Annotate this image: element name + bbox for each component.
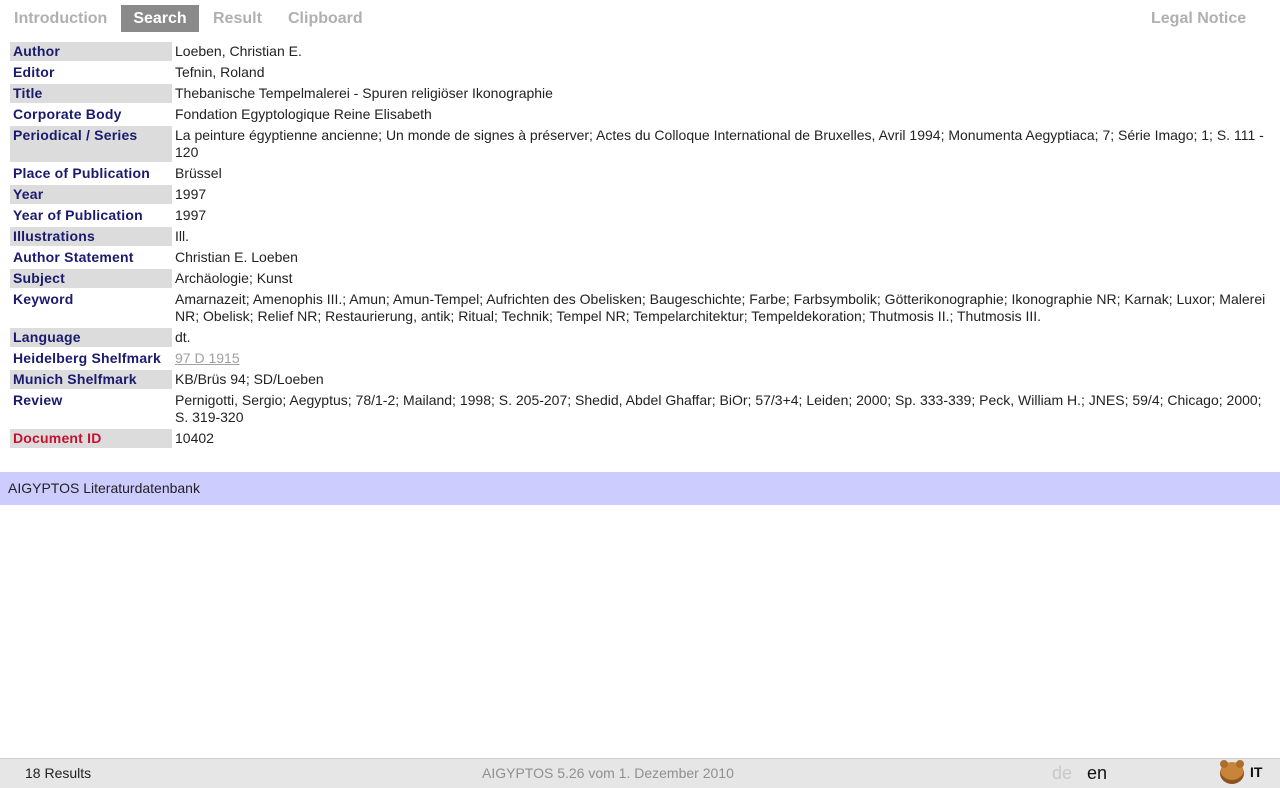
field-value: 97 D 1915 [172,349,1272,368]
field-label: Language [10,328,172,347]
field-value: Brüssel [175,165,222,181]
field-value: Archäologie; Kunst [175,270,293,286]
table-row: Place of Publication Brüssel [10,164,1272,183]
tab-search[interactable]: Search [121,5,199,32]
logo-text: IT [1250,764,1263,780]
field-label: Author Statement [13,249,134,265]
field-label: Review [13,392,63,408]
table-row: Heidelberg Shelfmark 97 D 1915 [10,349,1272,368]
it-logo: IT [1220,760,1276,785]
field-value: 10402 [175,430,214,446]
field-label: Periodical / Series [10,126,172,162]
table-row: Author Statement Christian E. Loeben [10,248,1272,267]
field-label: Title [10,84,172,103]
field-value: 1997 [175,207,207,223]
field-value: La peinture égyptienne ancienne; Un mond… [175,127,1264,160]
language-de-link[interactable]: de [1052,759,1072,787]
field-value: Loeben, Christian E. [175,43,302,59]
table-row: Year of Publication 1997 [10,206,1272,225]
table-row: Corporate Body Fondation Egyptologique R… [10,105,1272,124]
status-bar: 18 Results AIGYPTOS 5.26 vom 1. Dezember… [0,758,1280,788]
table-row: Document ID 10402 [10,429,1272,448]
table-row: Subject Archäologie; Kunst [10,269,1272,288]
tab-introduction[interactable]: Introduction [2,5,119,32]
version-info: AIGYPTOS 5.26 vom 1. Dezember 2010 [482,765,734,781]
table-row: Keyword Amarnazeit; Amenophis III.; Amun… [10,290,1272,326]
field-label: Keyword [13,291,74,307]
field-label: Munich Shelfmark [10,370,172,389]
field-label: Illustrations [10,227,172,246]
field-value: Pernigotti, Sergio; Aegyptus; 78/1-2; Ma… [175,392,1262,425]
field-value: Christian E. Loeben [175,249,298,265]
field-label: Author [10,42,172,61]
field-value: dt. [175,329,191,345]
field-label: Editor [13,64,55,80]
field-value: Tefnin, Roland [175,64,265,80]
field-value: KB/Brüs 94; SD/Loeben [175,371,324,387]
bear-icon [1220,760,1244,784]
field-value: Fondation Egyptologique Reine Elisabeth [175,106,432,122]
database-band: AIGYPTOS Literaturdatenbank [0,472,1280,505]
field-label: Year [10,185,172,204]
table-row: Editor Tefnin, Roland [10,63,1272,82]
database-name: AIGYPTOS Literaturdatenbank [8,480,200,496]
table-row: Title Thebanische Tempelmalerei - Spuren… [10,84,1272,103]
field-value: Amarnazeit; Amenophis III.; Amun; Amun-T… [175,291,1266,324]
field-label: Corporate Body [13,106,122,122]
legal-notice-link[interactable]: Legal Notice [1139,5,1258,32]
field-label: Subject [10,269,172,288]
table-row: Illustrations Ill. [10,227,1272,246]
tab-result[interactable]: Result [201,5,274,32]
field-value: Thebanische Tempelmalerei - Spuren relig… [175,85,553,101]
field-label: Heidelberg Shelfmark [13,350,161,366]
table-row: Language dt. [10,328,1272,347]
field-label: Year of Publication [13,207,143,223]
field-value: 1997 [175,186,207,202]
language-en-link[interactable]: en [1087,759,1107,787]
field-value: Ill. [175,228,189,244]
results-count: 18 Results [25,765,92,781]
top-navigation: Introduction Search Result Clipboard Leg… [0,5,1280,32]
table-row: Year 1997 [10,185,1272,204]
table-row: Review Pernigotti, Sergio; Aegyptus; 78/… [10,391,1272,427]
tab-clipboard[interactable]: Clipboard [276,5,375,32]
field-label: Place of Publication [13,165,151,181]
table-row: Author Loeben, Christian E. [10,42,1272,61]
table-row: Munich Shelfmark KB/Brüs 94; SD/Loeben [10,370,1272,389]
heidelberg-shelfmark-link[interactable]: 97 D 1915 [175,350,240,366]
table-row: Periodical / Series La peinture égyptien… [10,126,1272,162]
record-table: Author Loeben, Christian E. Editor Tefni… [10,40,1272,450]
field-label-document-id: Document ID [10,429,172,448]
